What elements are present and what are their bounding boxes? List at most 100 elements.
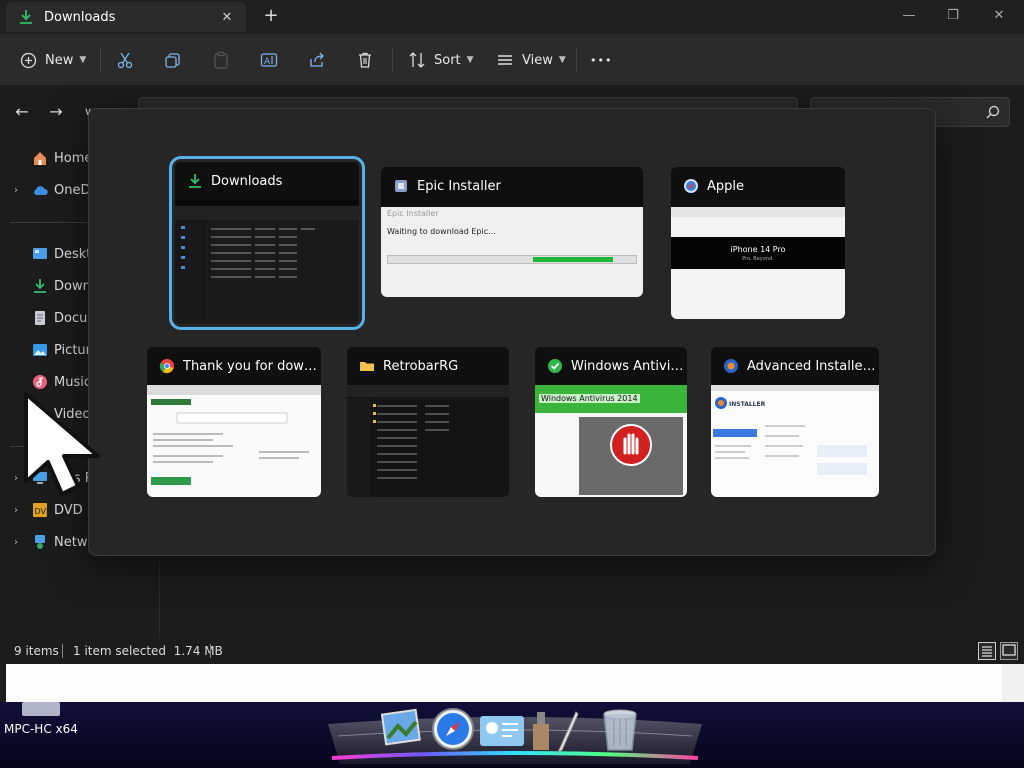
window-card-chrome[interactable]: Thank you for downlo... [147, 347, 321, 497]
rename-button[interactable]: A [260, 47, 278, 73]
contacts-card-icon[interactable] [478, 712, 526, 752]
close-button[interactable]: ✕ [982, 4, 1016, 28]
window-card-retrobarrg[interactable]: RetrobarRG [347, 347, 509, 497]
epic-status-text: Waiting to download Epic... [387, 227, 496, 236]
chevron-down-icon: ▼ [466, 55, 474, 65]
details-view-icon[interactable] [978, 642, 996, 660]
copy-button[interactable] [164, 47, 182, 73]
tab-close-icon[interactable]: ✕ [216, 6, 238, 28]
tab-downloads[interactable]: Downloads ✕ [6, 2, 246, 32]
checkmark-icon [548, 359, 562, 373]
share-button[interactable] [308, 47, 326, 73]
view-label: View [522, 52, 553, 68]
trash-icon [359, 52, 371, 68]
restore-button[interactable]: ❐ [936, 4, 970, 28]
preview-app-icon[interactable] [380, 708, 424, 752]
paste-button[interactable] [212, 47, 230, 73]
new-tab-button[interactable]: + [260, 6, 282, 28]
pictures-icon [33, 344, 47, 356]
more-options-button[interactable]: ••• [590, 47, 612, 73]
share-icon [310, 52, 324, 67]
delete-button[interactable] [356, 47, 374, 73]
download-icon [20, 10, 32, 24]
chrome-thumbnail [147, 385, 321, 497]
window-card-title: Apple [707, 178, 745, 194]
taskbar: MPC-HC x64 [0, 702, 1024, 768]
expand-caret: › [14, 504, 18, 516]
search-icon [986, 105, 1000, 119]
toolbar-divider [100, 48, 101, 72]
antivirus-title: Windows Antivirus 2014 [539, 394, 640, 403]
window-card-title: Thank you for downlo... [183, 358, 321, 374]
horizontal-scrollbar[interactable] [6, 664, 1002, 702]
chevron-down-icon: ▼ [558, 55, 566, 65]
expand-caret: › [14, 536, 18, 548]
window-card-title: RetrobarRG [383, 358, 459, 374]
safari-icon[interactable] [430, 706, 476, 752]
dvd-icon: DVD [33, 503, 48, 517]
toolbar-divider [576, 48, 577, 72]
window-card-title: Epic Installer [417, 178, 501, 194]
downloads-thumbnail [175, 206, 359, 324]
view-button[interactable]: View ▼ [496, 47, 566, 73]
antivirus-thumbnail: Windows Antivirus 2014 [535, 385, 687, 497]
retrobarrg-thumbnail [347, 385, 509, 497]
folder-icon [360, 362, 374, 371]
status-bar: 9 items 1 item selected 1.74 MB [0, 638, 1024, 664]
window-card-title: Advanced Installer 1... [747, 358, 879, 374]
mouse-pointer-icon [24, 392, 100, 496]
download-icon [34, 279, 46, 293]
sidebar-item-label: Home [54, 150, 93, 166]
epic-progress-bar [387, 255, 637, 264]
window-card-title: Windows Antiviru... [571, 358, 687, 374]
minimize-button[interactable]: — [892, 4, 926, 28]
stop-hand-icon [610, 424, 652, 466]
mpc-hc-icon[interactable] [22, 702, 60, 716]
view-icon [498, 55, 512, 65]
desktop-icon [33, 248, 47, 259]
sort-label: Sort [434, 52, 461, 68]
selection-info: 1 item selected 1.74 MB [73, 644, 223, 658]
sort-icon [409, 52, 425, 68]
sidebar-item-label: Music [54, 374, 91, 390]
window-card-advanced-installer[interactable]: Advanced Installer 1... INSTALLER [711, 347, 879, 497]
epic-window-title: Epic Installer [387, 209, 439, 218]
new-label: New [45, 52, 74, 68]
window-card-epic-installer[interactable]: Epic Installer Epic Installer Waiting to… [381, 167, 643, 297]
advanced-installer-icon [724, 359, 738, 373]
apple-headline: iPhone 14 Pro [730, 245, 786, 254]
back-arrow-icon[interactable]: ← [12, 102, 32, 122]
paste-icon [214, 51, 228, 69]
window-card-windows-antivirus[interactable]: Windows Antiviru... Windows Antivirus 20… [535, 347, 687, 497]
recycle-bin-icon[interactable] [598, 706, 642, 754]
apple-tagline: Pro. Beyond. [742, 256, 774, 262]
status-divider [62, 644, 63, 658]
bottle-icon[interactable] [528, 710, 554, 752]
pencil-icon[interactable] [554, 710, 580, 754]
network-icon [35, 535, 45, 549]
download-icon [189, 174, 201, 188]
tiles-view-icon[interactable] [1000, 642, 1018, 660]
window-card-downloads[interactable]: Downloads [175, 162, 359, 324]
status-divider [210, 644, 211, 658]
epic-progress-fill [533, 257, 613, 262]
item-count: 9 items [14, 644, 59, 658]
document-icon [35, 311, 45, 325]
expand-caret: › [14, 184, 18, 196]
sort-button[interactable]: Sort ▼ [408, 47, 474, 73]
rename-icon: A [260, 53, 278, 67]
svg-text:A: A [264, 57, 271, 67]
chrome-icon [159, 359, 174, 374]
cloud-icon [34, 186, 48, 195]
epic-installer-thumbnail: Epic Installer Waiting to download Epic.… [381, 207, 643, 297]
chevron-down-icon: ▼ [79, 55, 87, 65]
cut-button[interactable] [116, 47, 134, 73]
home-icon [34, 152, 46, 165]
installer-icon [395, 180, 407, 192]
new-button[interactable]: New ▼ [20, 47, 86, 73]
forward-arrow-icon[interactable]: → [46, 102, 66, 122]
window-card-apple[interactable]: Apple iPhone 14 Pro Pro. Beyond. [671, 167, 845, 319]
desktop-screen: Downloads ✕ + — ❐ ✕ New ▼ A Sort ▼ View … [0, 0, 1024, 768]
copy-icon [165, 53, 180, 68]
scissors-icon [117, 52, 133, 69]
